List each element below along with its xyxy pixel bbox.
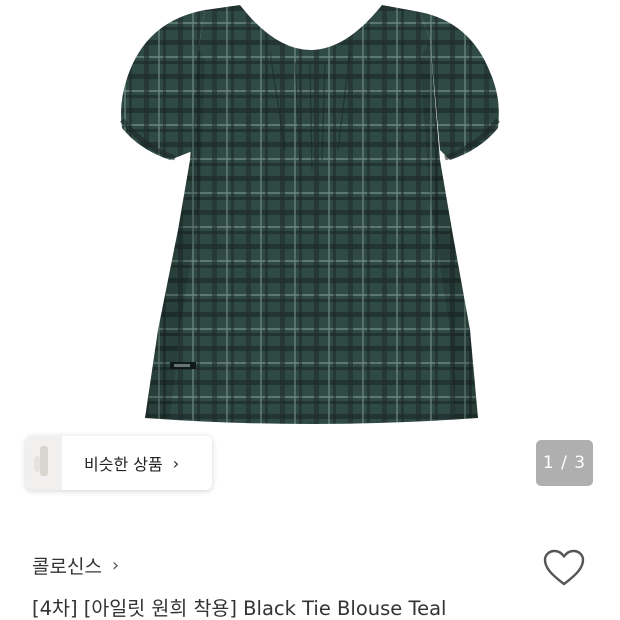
like-button[interactable]: [542, 548, 586, 588]
brand-name: 콜로신스: [32, 556, 102, 578]
plaid-blouse-image: [120, 5, 500, 424]
similar-products-label: 비슷한 상품: [84, 455, 163, 474]
brand-link[interactable]: 콜로신스 ›: [32, 552, 119, 579]
chevron-right-icon: ›: [172, 453, 180, 473]
product-title: [4차] [아일릿 원희 착용] Black Tie Blouse Teal: [32, 597, 447, 620]
product-image-gallery[interactable]: 1 / 3: [0, 0, 620, 500]
heart-outline-icon: [543, 549, 585, 586]
similar-product-thumbnail: [26, 436, 62, 490]
similar-products-button[interactable]: 비슷한 상품 ›: [26, 436, 212, 490]
page-indicator: 1 / 3: [536, 440, 593, 486]
chevron-right-icon: ›: [111, 555, 120, 576]
